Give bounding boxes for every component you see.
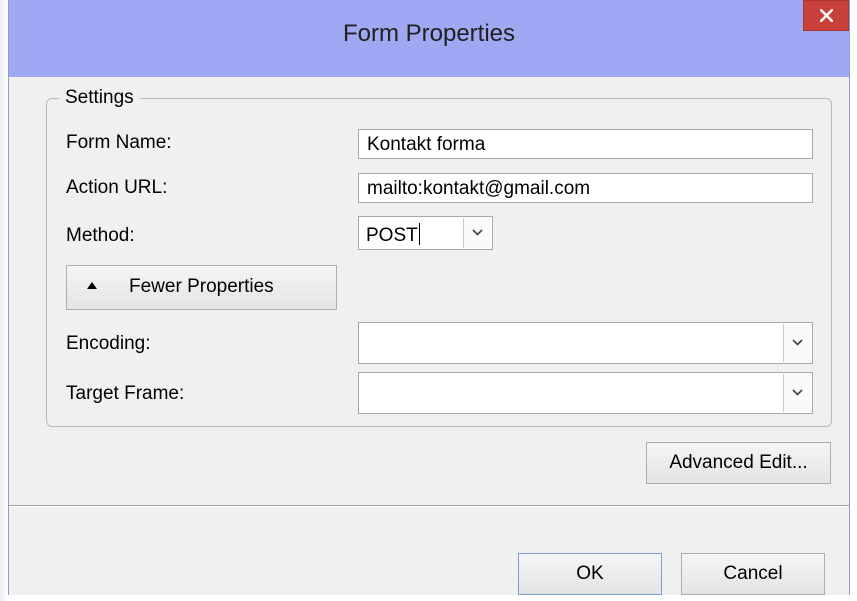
chevron-down-icon xyxy=(472,229,483,236)
method-label: Method: xyxy=(66,225,135,246)
chevron-down-icon xyxy=(792,389,803,396)
form-properties-dialog: Form Properties Settings Form Name: Kont… xyxy=(8,0,850,595)
text-cursor xyxy=(418,223,420,245)
method-value: POST xyxy=(366,223,420,246)
fewer-properties-label: Fewer Properties xyxy=(129,276,274,297)
advanced-edit-button[interactable]: Advanced Edit... xyxy=(646,442,831,484)
title-bar[interactable]: Form Properties xyxy=(9,0,849,77)
method-dropdown-button[interactable] xyxy=(463,218,491,248)
cancel-button[interactable]: Cancel xyxy=(681,553,825,595)
chevron-down-icon xyxy=(792,339,803,346)
encoding-select[interactable] xyxy=(358,322,813,364)
action-url-input[interactable]: mailto:kontakt@gmail.com xyxy=(358,173,813,203)
separator xyxy=(9,505,849,507)
method-select[interactable]: POST xyxy=(358,216,493,250)
close-icon xyxy=(820,9,833,22)
window-title: Form Properties xyxy=(342,20,516,47)
encoding-dropdown-button[interactable] xyxy=(783,324,811,362)
target-frame-select[interactable] xyxy=(358,372,813,414)
fewer-properties-button[interactable]: Fewer Properties xyxy=(66,265,337,310)
action-url-label: Action URL: xyxy=(66,177,168,198)
dialog-content: Settings Form Name: Kontakt forma Action… xyxy=(9,77,849,595)
form-name-input[interactable]: Kontakt forma xyxy=(358,129,813,159)
encoding-label: Encoding: xyxy=(66,333,151,354)
form-name-label: Form Name: xyxy=(66,132,172,153)
ok-button[interactable]: OK xyxy=(518,553,662,595)
close-button[interactable] xyxy=(803,0,849,31)
target-frame-label: Target Frame: xyxy=(66,383,185,404)
target-frame-dropdown-button[interactable] xyxy=(783,374,811,412)
triangle-up-icon xyxy=(87,282,97,289)
settings-legend: Settings xyxy=(59,87,140,109)
